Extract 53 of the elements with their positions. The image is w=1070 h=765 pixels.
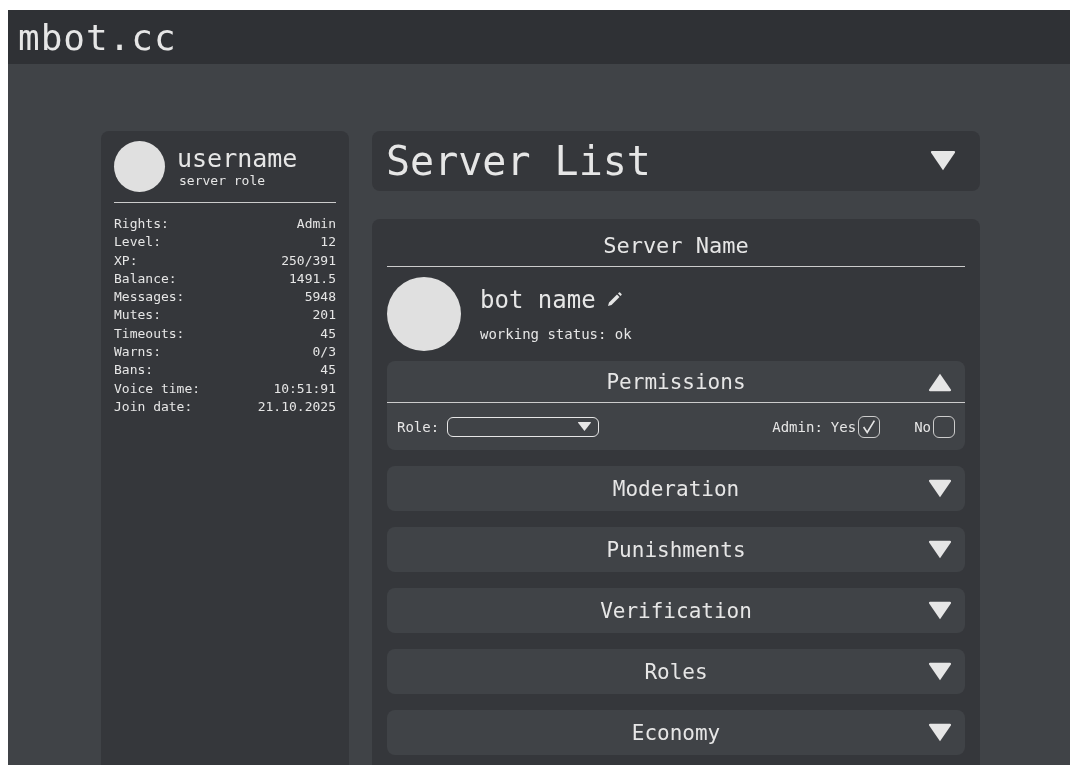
collapse-arrow-icon[interactable] [927, 371, 953, 392]
section-header[interactable]: Permissions [387, 361, 965, 403]
stat-label: Mutes: [114, 306, 161, 325]
section-header[interactable]: Punishments [387, 527, 965, 572]
stat-label: Rights: [114, 215, 169, 233]
expand-arrow-icon[interactable] [927, 478, 953, 499]
stat-value: 0/3 [312, 343, 336, 362]
stat-label: Balance: [114, 269, 177, 288]
edit-pencil-icon[interactable] [605, 292, 622, 308]
stat-label: Warns: [114, 343, 161, 362]
stat-value: 21.10.2025 [257, 397, 336, 416]
stat-value: 10:51:91 [273, 379, 336, 398]
username: username [177, 145, 298, 173]
expand-arrow-icon[interactable] [928, 150, 958, 172]
section-header[interactable]: Moderation [387, 466, 965, 511]
bot-name: bot name [480, 286, 596, 314]
stat-value: 45 [320, 324, 336, 343]
server-name: Server Name [387, 227, 965, 267]
section-header[interactable]: Verification [387, 588, 965, 633]
stat-label: Voice time: [114, 379, 201, 398]
stat-value: 1491.5 [289, 269, 336, 288]
stat-label: Messages: [114, 288, 185, 307]
site-logo[interactable]: mbot.cc [18, 16, 177, 58]
dropdown-caret-icon [577, 421, 593, 432]
stat-label: Timeouts: [114, 324, 185, 343]
stat-label: XP: [114, 251, 138, 270]
stat-label: Join date: [114, 397, 193, 416]
stat-value: 250/391 [281, 251, 336, 270]
stat-value: 5948 [304, 288, 336, 307]
option-label: No [914, 418, 931, 435]
expand-arrow-icon[interactable] [927, 600, 953, 621]
stat-label: Level: [114, 233, 161, 252]
stat-value: 45 [320, 361, 336, 380]
server-list-dropdown[interactable]: Server List [372, 131, 980, 191]
stat-label: Bans: [114, 361, 154, 380]
role-select[interactable] [447, 416, 600, 437]
server-role: server role [179, 173, 267, 188]
avatar [114, 141, 165, 192]
option-label: Yes [830, 418, 857, 435]
expand-arrow-icon[interactable] [927, 539, 953, 560]
stat-value: Admin [296, 215, 336, 233]
expand-arrow-icon[interactable] [927, 722, 953, 743]
stat-value: 12 [320, 233, 336, 252]
role-label: Role: [397, 418, 440, 435]
server-list-title: Server List [386, 138, 651, 184]
checkbox[interactable] [933, 415, 955, 438]
section-header[interactable]: Economy [387, 710, 965, 755]
section-header[interactable]: Roles [387, 649, 965, 694]
stat-value: 201 [312, 306, 336, 325]
working-status: working status: ok [480, 326, 632, 342]
admin-label: Admin: [772, 418, 823, 435]
expand-arrow-icon[interactable] [927, 661, 953, 682]
checkbox[interactable] [858, 415, 881, 438]
